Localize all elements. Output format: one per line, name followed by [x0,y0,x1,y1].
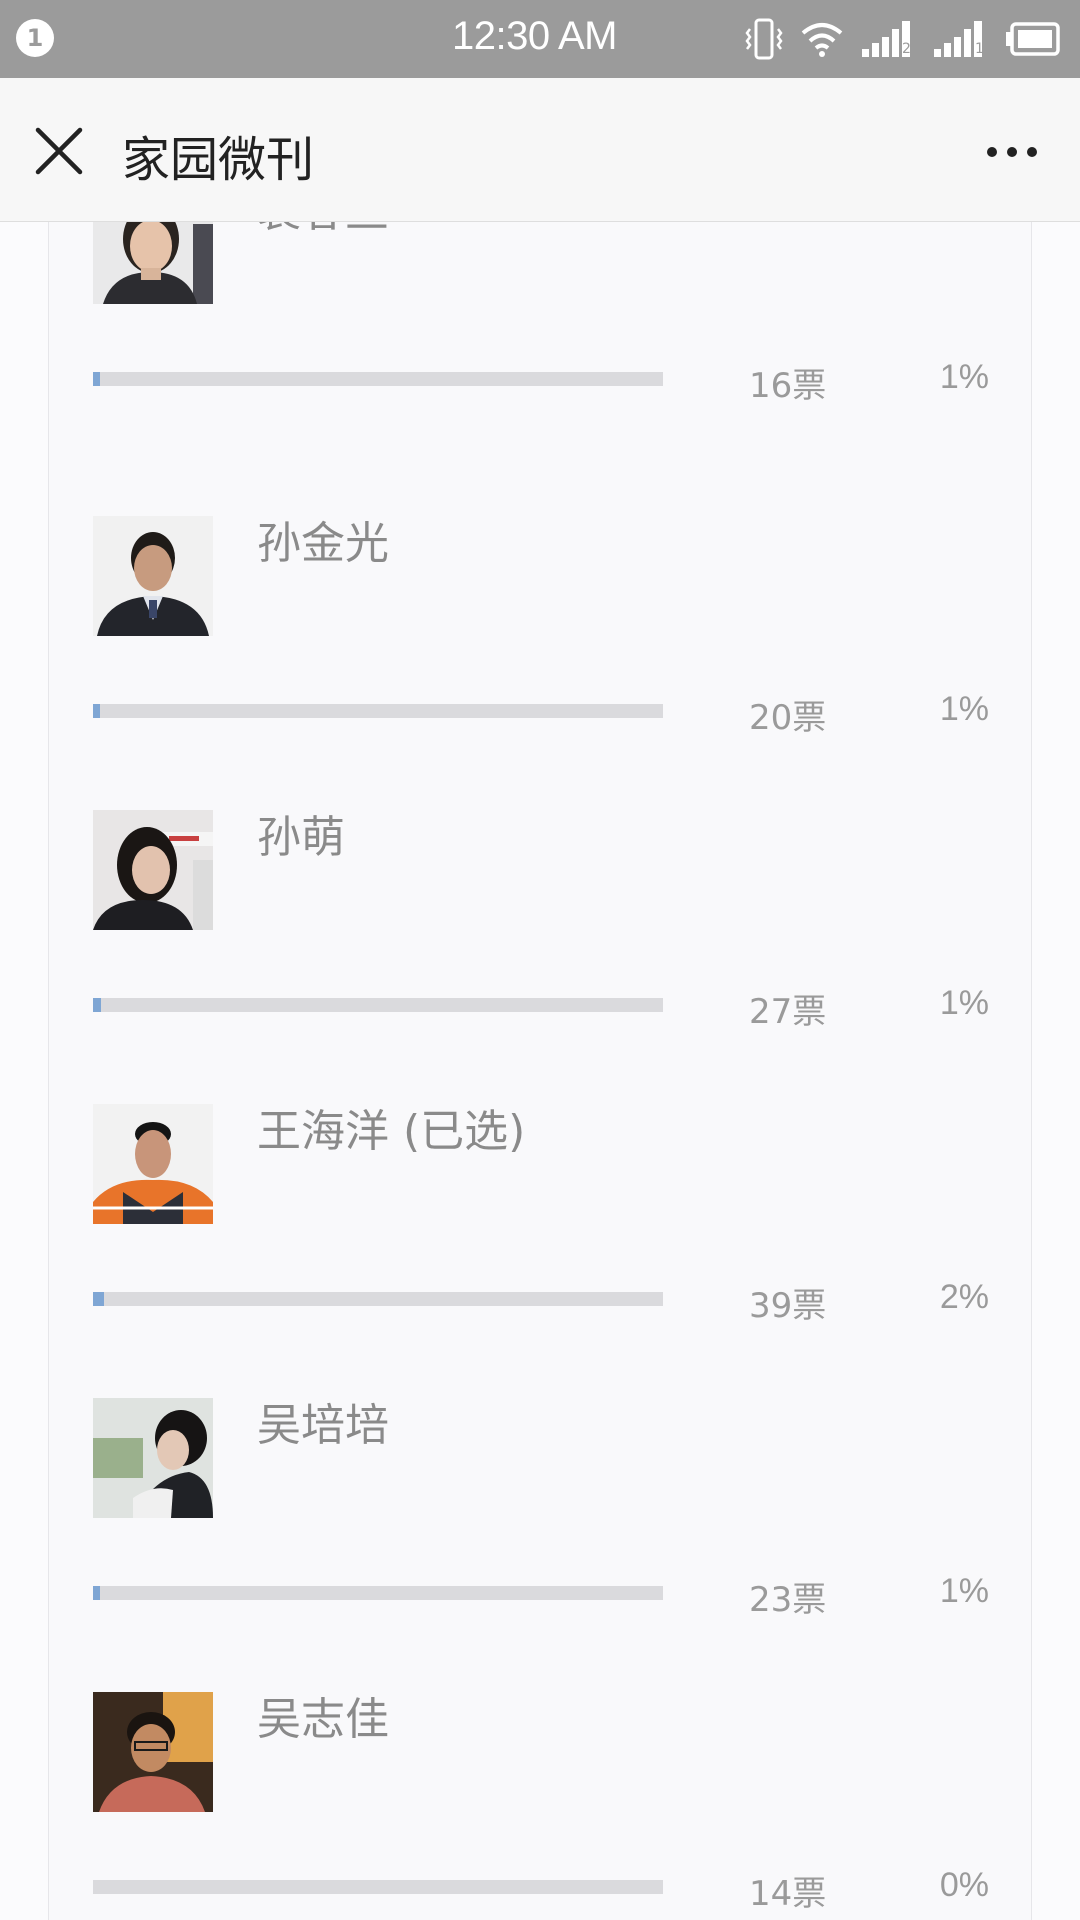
more-icon [987,147,1037,157]
vibrate-icon [744,17,784,61]
candidate-item[interactable]: 孙萌 27票 1% [49,810,1031,1104]
vote-percent: 2% [939,1278,989,1316]
vote-percent: 1% [939,984,989,1022]
vote-percent: 0% [939,1866,989,1904]
signal-sim1-icon: 1 [932,19,988,59]
candidate-item[interactable]: 吴志佳 14票 0% [49,1692,1031,1920]
status-icons: 2 1 [744,16,1062,62]
vote-progress-bar [93,998,663,1012]
vote-count: 27票 [749,992,827,1032]
battery-icon [1004,21,1062,57]
svg-text:2: 2 [902,41,911,57]
wifi-icon [800,19,844,59]
candidate-name: 裴春兰 [257,222,389,240]
candidate-name: 孙金光 [257,518,389,569]
candidate-item[interactable]: 裴春兰 16票 1% [49,222,1031,478]
vote-percent: 1% [939,690,989,728]
vote-count: 20票 [749,698,827,738]
candidate-item[interactable]: 王海洋 (已选) 39票 2% [49,1104,1031,1398]
vote-progress-bar [93,1292,663,1306]
vote-percent: 1% [939,358,989,396]
avatar [93,1398,213,1518]
vote-progress-bar [93,372,663,386]
vote-count: 14票 [749,1874,827,1914]
avatar [93,1104,213,1224]
vote-percent: 1% [939,1572,989,1610]
candidate-name: 吴志佳 [257,1694,389,1745]
notification-badge: 1 [16,19,54,57]
status-clock: 12:30 AM [452,14,618,58]
vote-progress-bar [93,1586,663,1600]
candidate-name: 孙萌 [257,812,345,863]
vote-progress-fill [93,1586,100,1600]
vote-progress-fill [93,704,100,718]
vote-count: 16票 [749,366,827,406]
vote-progress-fill [93,372,100,386]
candidate-name: 王海洋 (已选) [257,1106,526,1157]
svg-text:1: 1 [975,41,984,57]
vote-results-list[interactable]: 裴春兰 16票 1% 孙金光 20票 1% [48,222,1032,1920]
close-button[interactable] [30,122,88,180]
close-icon [35,127,83,175]
vote-progress-bar [93,704,663,718]
vote-count: 23票 [749,1580,827,1620]
vote-progress-fill [93,1292,104,1306]
vote-count: 39票 [749,1286,827,1326]
vote-progress-fill [93,998,101,1012]
title-bar: 家园微刊 [0,78,1080,222]
vote-progress-bar [93,1880,663,1894]
avatar [93,222,213,304]
candidate-item[interactable]: 吴培培 23票 1% [49,1398,1031,1692]
more-button[interactable] [982,132,1042,172]
avatar [93,516,213,636]
candidate-item[interactable]: 孙金光 20票 1% [49,516,1031,810]
signal-sim2-icon: 2 [860,19,916,59]
avatar [93,1692,213,1812]
candidate-name: 吴培培 [257,1400,389,1451]
status-bar: 1 12:30 AM 2 1 [0,0,1080,78]
avatar [93,810,213,930]
page-title: 家园微刊 [122,132,315,188]
